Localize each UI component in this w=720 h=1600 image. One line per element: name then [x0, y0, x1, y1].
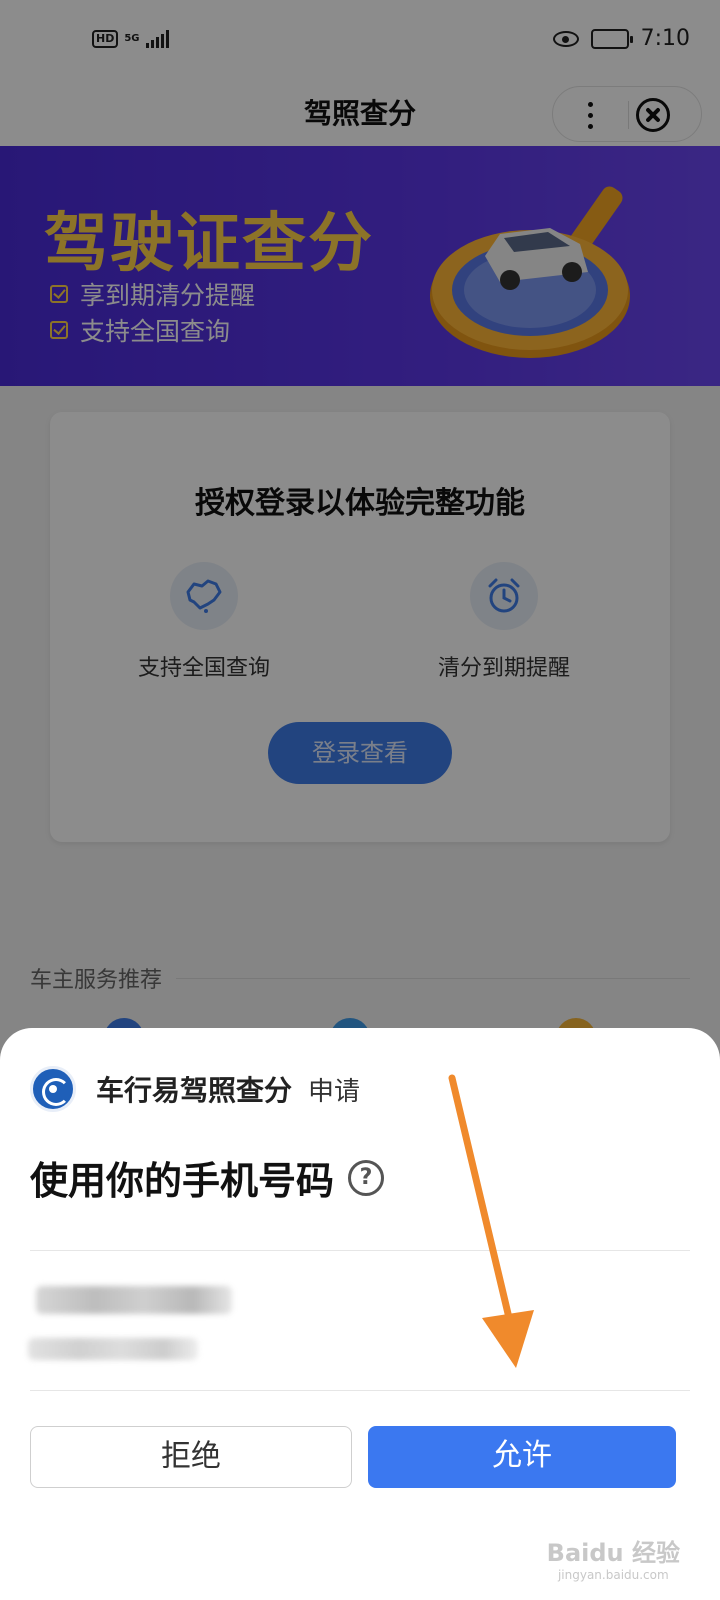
app-name: 车行易驾照查分: [96, 1074, 293, 1107]
permission-title: 使用你的手机号码: [30, 1159, 335, 1203]
allow-button[interactable]: 允许: [368, 1426, 676, 1488]
phone-auth-sheet: 车行易驾照查分 申请 使用你的手机号码 ? 拒绝 允许: [0, 1028, 720, 1600]
orange-arrow-icon: [448, 1074, 534, 1368]
phone-number-option[interactable]: [22, 1264, 282, 1384]
apply-label: 申请: [308, 1076, 361, 1107]
divider: [30, 1250, 690, 1251]
blurred-phone-caption: [28, 1338, 198, 1360]
deny-button[interactable]: 拒绝: [30, 1426, 352, 1488]
blurred-phone-number: [36, 1286, 232, 1314]
watermark-main: Baidu 经验: [546, 1539, 680, 1567]
watermark-sub: jingyan.baidu.com: [557, 1568, 669, 1582]
help-icon[interactable]: ?: [348, 1159, 385, 1196]
app-logo: [30, 1066, 76, 1112]
sheet-title: 使用你的手机号码 ?: [30, 1150, 385, 1205]
baidu-watermark: Baidu 经验 jingyan.baidu.com: [547, 1533, 680, 1582]
app-info: 车行易驾照查分 申请: [30, 1066, 360, 1112]
divider: [30, 1390, 690, 1391]
